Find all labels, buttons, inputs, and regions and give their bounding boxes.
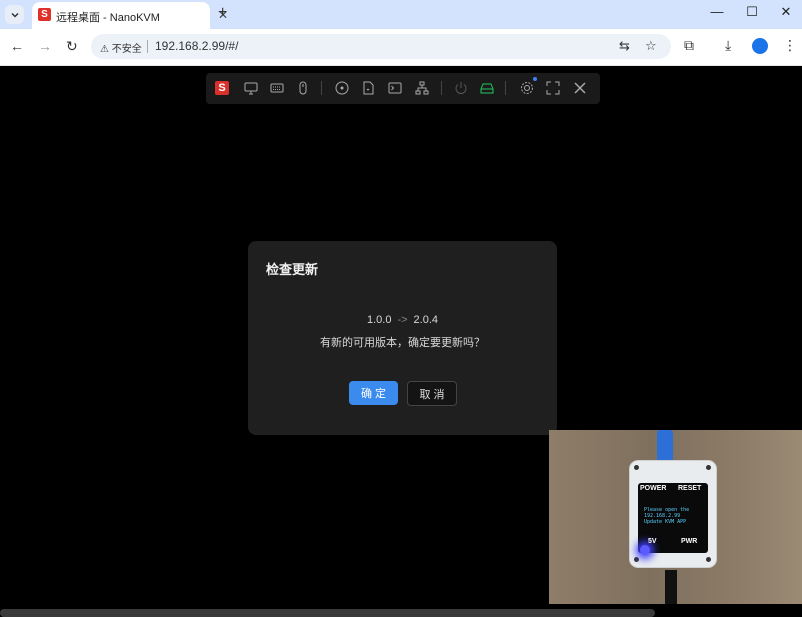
toolbar-divider [505, 81, 506, 95]
dialog-title: 检查更新 [266, 262, 319, 277]
nanokvm-favicon-icon: S [38, 8, 51, 21]
notification-dot [533, 77, 537, 81]
update-question: 有新的可用版本，确定要更新吗？ [320, 337, 485, 349]
fullscreen-icon[interactable] [544, 79, 562, 97]
file-icon[interactable] [359, 79, 377, 97]
screw [634, 557, 639, 562]
translate-icon[interactable]: ⇆ [619, 38, 630, 54]
network-icon[interactable] [413, 79, 431, 97]
minimize-icon[interactable]: — [707, 4, 727, 19]
nanokvm-logo-icon[interactable]: S [215, 81, 229, 95]
divider [147, 40, 148, 53]
screw [634, 465, 639, 470]
status-led [640, 545, 650, 555]
download-icon[interactable]: ⤓ [725, 37, 731, 54]
current-version: 1.0.0 [366, 314, 392, 326]
profile-avatar[interactable] [752, 38, 768, 54]
power-label: POWER [640, 485, 667, 492]
tab-search-button[interactable] [5, 5, 24, 24]
oled-text: Please open the 192.168.2.99 Update KVM … [644, 507, 689, 525]
window-close-icon[interactable]: ✕ [776, 4, 796, 20]
mouse-icon[interactable] [294, 79, 312, 97]
kvm-toolbar: S [206, 73, 600, 104]
close-icon[interactable] [571, 79, 589, 97]
terminal-icon[interactable] [386, 79, 404, 97]
camera-preview: POWER RESET Please open the 192.168.2.99… [549, 430, 802, 604]
5v-label: 5V [648, 538, 657, 545]
new-tab-button[interactable]: + [218, 4, 227, 22]
power-cable [665, 570, 677, 604]
chevron-down-icon [10, 12, 19, 18]
address-bar[interactable]: ⚠ 不安全 192.168.2.99/#/ ⇆ ☆ [91, 34, 671, 59]
screw [706, 465, 711, 470]
version-line: 1.0.0 -> 2.0.4 [248, 314, 557, 326]
browser-tab-strip: S 远程桌面 - NanoKVM ✕ + — ☐ ✕ [0, 0, 802, 29]
power-icon[interactable] [452, 79, 470, 97]
monitor-icon[interactable] [242, 79, 260, 97]
update-dialog: 检查更新 1.0.0 -> 2.0.4 有新的可用版本，确定要更新吗？ 确 定 取 … [248, 241, 557, 435]
reset-label: RESET [678, 485, 702, 492]
cancel-button[interactable]: 取 消 [407, 381, 457, 406]
nanokvm-device: POWER RESET Please open the 192.168.2.99… [629, 460, 717, 568]
browser-toolbar: ← → ↻ ⚠ 不安全 192.168.2.99/#/ ⇆ ☆ ⧉ ⤓ ⋮ [0, 29, 802, 66]
url-text[interactable]: 192.168.2.99/#/ [155, 39, 238, 53]
security-indicator[interactable]: ⚠ 不安全 [100, 40, 142, 55]
horizontal-scrollbar[interactable] [0, 609, 655, 617]
forward-arrow-icon[interactable]: → [38, 38, 52, 54]
confirm-button[interactable]: 确 定 [349, 381, 398, 405]
browser-tab[interactable]: S 远程桌面 - NanoKVM ✕ [32, 2, 228, 29]
bookmark-star-icon[interactable]: ☆ [645, 38, 657, 54]
version-arrow: -> [397, 314, 408, 326]
security-label: 不安全 [111, 44, 142, 55]
pwr-label: PWR [681, 538, 698, 545]
oled-line: Update KVM APP [644, 519, 687, 525]
extensions-icon[interactable]: ⧉ [684, 37, 694, 54]
storage-icon[interactable] [478, 79, 496, 97]
toolbar-divider [441, 81, 442, 95]
disc-icon[interactable] [333, 79, 351, 97]
settings-icon[interactable] [518, 79, 536, 97]
tab-title: 远程桌面 - NanoKVM [56, 12, 160, 24]
new-version: 2.0.4 [413, 314, 439, 326]
maximize-icon[interactable]: ☐ [742, 4, 762, 20]
reload-icon[interactable]: ↻ [66, 38, 78, 55]
back-arrow-icon[interactable]: ← [10, 38, 24, 54]
toolbar-divider [321, 81, 322, 95]
screw [706, 557, 711, 562]
keyboard-icon[interactable] [268, 79, 286, 97]
warning-icon: ⚠ [100, 44, 109, 55]
more-menu-icon[interactable]: ⋮ [783, 37, 797, 54]
